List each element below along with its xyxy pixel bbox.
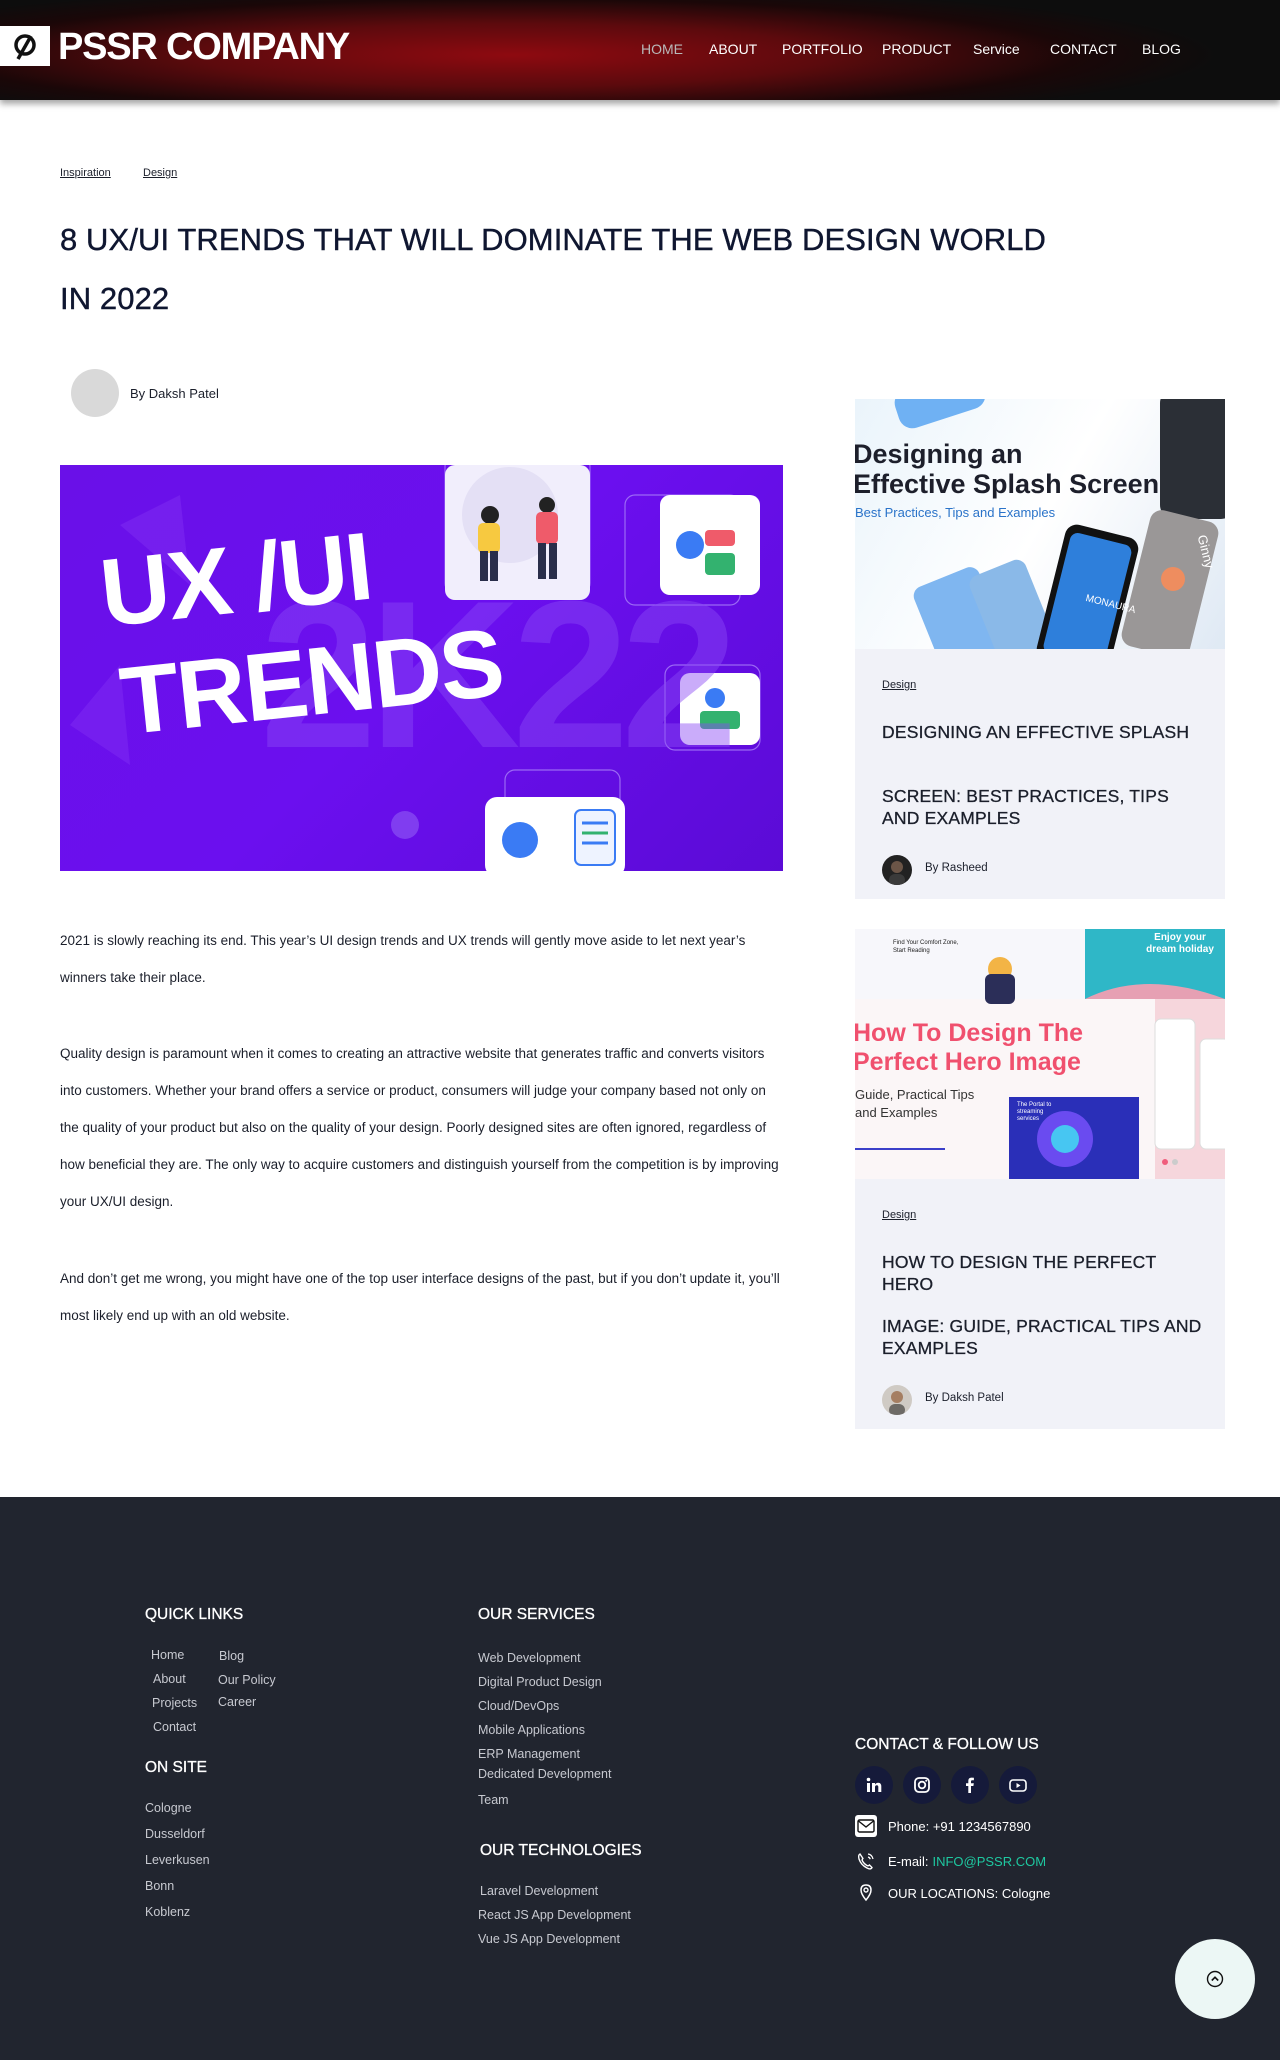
article-title: 8 UX/UI TRENDS THAT WILL DOMINATE THE WE… — [60, 210, 1100, 328]
footer-services-title: OUR SERVICES — [478, 1606, 595, 1623]
footer-site-dusseldorf[interactable]: Dusseldorf — [145, 1827, 205, 1841]
footer-service-mobile[interactable]: Mobile Applications — [478, 1723, 585, 1737]
footer-link-career[interactable]: Career — [218, 1695, 256, 1709]
footer-link-projects[interactable]: Projects — [152, 1696, 197, 1710]
nav-home[interactable]: HOME — [641, 40, 683, 58]
author-name[interactable]: By Daksh Patel — [130, 386, 219, 401]
footer-service-team[interactable]: Team — [478, 1793, 509, 1807]
footer-locations: OUR LOCATIONS: Cologne — [855, 1882, 1050, 1904]
footer-on-site-title: ON SITE — [145, 1759, 208, 1776]
related-post-card[interactable]: Find Your Comfort Zone, Start Reading En… — [855, 929, 1225, 1429]
footer-site-koblenz[interactable]: Koblenz — [145, 1905, 190, 1919]
card-image-subtitle: Best Practices, Tips and Examples — [855, 505, 1056, 520]
footer-email-link[interactable]: INFO@PSSR.COM — [932, 1854, 1046, 1869]
card-image-title-2: Perfect Hero Image — [855, 1048, 1081, 1076]
nav-about[interactable]: ABOUT — [709, 40, 757, 58]
instagram-icon[interactable] — [903, 1766, 941, 1804]
brand-name[interactable]: PSSR COMPANY — [58, 24, 350, 70]
card-image-banner: Enjoy your dream holiday — [1146, 932, 1214, 955]
footer-link-blog[interactable]: Blog — [219, 1649, 244, 1663]
mail-icon — [855, 1815, 877, 1837]
card-title-line2[interactable]: IMAGE: GUIDE, PRACTICAL TIPS AND EXAMPLE… — [882, 1315, 1202, 1359]
article-paragraph-3: And don’t get me wrong, you might have o… — [60, 1271, 780, 1323]
site-footer — [0, 1497, 1280, 2060]
footer-tech-vue[interactable]: Vue JS App Development — [478, 1932, 620, 1946]
nav-service[interactable]: Service — [973, 40, 1020, 58]
footer-phone: Phone: +91 1234567890 — [855, 1815, 1031, 1837]
footer-phone-text[interactable]: Phone: +91 1234567890 — [888, 1819, 1031, 1834]
footer-email: E-mail: INFO@PSSR.COM — [855, 1850, 1046, 1872]
footer-site-leverkusen[interactable]: Leverkusen — [145, 1853, 210, 1867]
footer-site-bonn[interactable]: Bonn — [145, 1879, 174, 1893]
card-title-line1[interactable]: HOW TO DESIGN THE PERFECT HERO — [882, 1251, 1202, 1295]
chevron-up-icon — [1206, 1970, 1224, 1988]
card-title-line1[interactable]: DESIGNING AN EFFECTIVE SPLASH — [882, 721, 1202, 743]
card-thumbnail[interactable]: Find Your Comfort Zone, Start Reading En… — [855, 929, 1225, 1179]
card-author-avatar — [882, 855, 912, 885]
location-pin-icon — [855, 1882, 877, 1904]
footer-service-erp[interactable]: ERP Management — [478, 1747, 580, 1761]
footer-technologies-title: OUR TECHNOLOGIES — [480, 1842, 642, 1859]
card-image-subtitle-1: Guide, Practical Tips — [855, 1087, 975, 1102]
article-title-line2: IN 2022 — [60, 281, 170, 316]
tag-design[interactable]: Design — [143, 167, 177, 179]
footer-link-contact[interactable]: Contact — [153, 1720, 196, 1734]
card-image-tile: The Portal to streaming services — [1017, 1102, 1052, 1122]
card-title-line2[interactable]: SCREEN: BEST PRACTICES, TIPS AND EXAMPLE… — [882, 785, 1202, 829]
footer-service-cloud[interactable]: Cloud/DevOps — [478, 1699, 559, 1713]
facebook-icon[interactable] — [951, 1766, 989, 1804]
card-tag[interactable]: Design — [882, 1209, 916, 1221]
linkedin-icon[interactable] — [855, 1766, 893, 1804]
nav-product[interactable]: PRODUCT — [882, 40, 951, 58]
nav-portfolio[interactable]: PORTFOLIO — [782, 40, 863, 58]
article-paragraph-1: 2021 is slowly reaching its end. This ye… — [60, 933, 746, 985]
footer-link-policy[interactable]: Our Policy — [218, 1673, 276, 1687]
card-thumbnail[interactable]: Designing an Effective Splash Screen Bes… — [855, 399, 1225, 649]
footer-service-product[interactable]: Digital Product Design — [478, 1675, 602, 1689]
related-post-card[interactable]: Designing an Effective Splash Screen Bes… — [855, 399, 1225, 899]
logo-icon[interactable] — [0, 26, 50, 66]
card-image-subtitle-2: and Examples — [855, 1105, 938, 1120]
card-tag[interactable]: Design — [882, 679, 916, 691]
card-image-title-2: Effective Splash Screen — [855, 469, 1160, 499]
card-image-title-1: How To Design The — [855, 1019, 1084, 1047]
footer-service-dedicated[interactable]: Dedicated Development — [478, 1767, 611, 1781]
footer-site-cologne[interactable]: Cologne — [145, 1801, 192, 1815]
footer-tech-laravel[interactable]: Laravel Development — [480, 1884, 598, 1898]
hero-image: 2K22 UX /UI TRENDS — [60, 465, 783, 871]
article-title-line1: 8 UX/UI TRENDS THAT WILL DOMINATE THE WE… — [60, 222, 1047, 257]
author-avatar[interactable] — [71, 369, 119, 417]
nav-blog[interactable]: BLOG — [1142, 40, 1181, 58]
footer-locations-text[interactable]: OUR LOCATIONS: Cologne — [888, 1886, 1050, 1901]
footer-contact-title: CONTACT & FOLLOW US — [855, 1736, 1039, 1753]
footer-email-label: E-mail: — [888, 1853, 929, 1869]
footer-tech-react[interactable]: React JS App Development — [478, 1908, 631, 1922]
scroll-to-top-button[interactable] — [1175, 1939, 1255, 2019]
card-author-name[interactable]: By Daksh Patel — [925, 1392, 1004, 1404]
card-author-avatar — [882, 1385, 912, 1415]
tag-inspiration[interactable]: Inspiration — [60, 167, 111, 179]
footer-link-home[interactable]: Home — [151, 1648, 184, 1662]
phone-icon — [855, 1850, 877, 1872]
site-header: PSSR COMPANY HOME ABOUT PORTFOLIO PRODUC… — [0, 0, 1280, 100]
footer-quick-links-title: QUICK LINKS — [145, 1606, 244, 1623]
card-image-title-1: Designing an — [855, 439, 1023, 469]
nav-contact[interactable]: CONTACT — [1050, 40, 1117, 58]
card-image-snippet: Find Your Comfort Zone, Start Reading — [893, 940, 959, 954]
card-author-name[interactable]: By Rasheed — [925, 862, 988, 874]
footer-service-web[interactable]: Web Development — [478, 1651, 581, 1665]
article-paragraph-2: Quality design is paramount when it come… — [60, 1046, 779, 1209]
youtube-icon[interactable] — [999, 1766, 1037, 1804]
footer-link-about[interactable]: About — [153, 1672, 186, 1686]
